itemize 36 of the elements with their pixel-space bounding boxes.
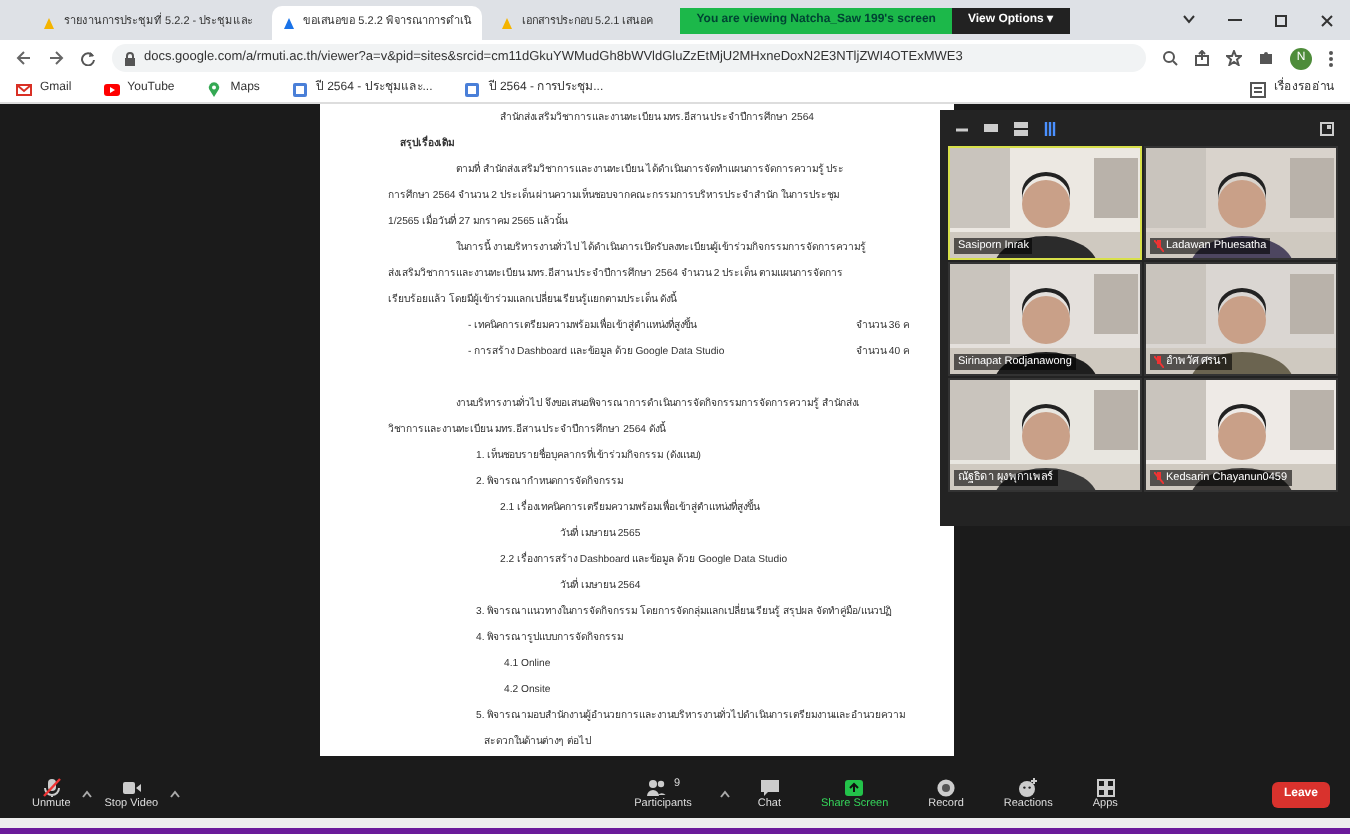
chevron-icon[interactable] — [1182, 13, 1196, 23]
list-icon — [1250, 81, 1266, 97]
exit-fullscreen-icon[interactable] — [1320, 121, 1334, 135]
back-icon[interactable] — [16, 50, 32, 66]
pin-icon — [206, 81, 223, 97]
share-screen-icon — [844, 777, 865, 798]
caret-icon[interactable] — [719, 789, 730, 798]
speaker-view-icon[interactable] — [1014, 121, 1028, 135]
muted-mic-icon — [41, 777, 62, 798]
caret-icon[interactable] — [82, 790, 93, 798]
play-icon — [103, 81, 120, 97]
page-icon — [464, 81, 481, 97]
menu-icon[interactable] — [1328, 49, 1334, 67]
maximize-icon[interactable] — [1274, 13, 1288, 27]
smiley-icon — [1018, 777, 1039, 798]
window-icon[interactable] — [984, 122, 998, 134]
chat-icon — [759, 777, 780, 798]
docs-icon — [499, 16, 514, 30]
page-icon — [291, 81, 308, 97]
close-icon[interactable] — [1320, 13, 1334, 27]
docs-icon — [42, 16, 56, 30]
lock-icon — [124, 51, 136, 65]
mail-icon — [16, 81, 32, 97]
zoom-icon[interactable] — [1162, 50, 1178, 66]
docs-icon — [281, 16, 296, 30]
forward-icon[interactable] — [48, 50, 64, 66]
minimize-icon[interactable] — [1228, 13, 1242, 23]
apps-icon — [1095, 777, 1116, 798]
people-icon — [645, 777, 666, 798]
camera-icon — [121, 777, 142, 798]
star-icon[interactable] — [1226, 50, 1242, 66]
reload-icon[interactable] — [80, 50, 96, 66]
caret-icon[interactable] — [170, 790, 181, 798]
share-icon[interactable] — [1194, 50, 1210, 66]
grid-view-icon[interactable] — [1044, 121, 1058, 135]
record-icon — [936, 777, 957, 798]
